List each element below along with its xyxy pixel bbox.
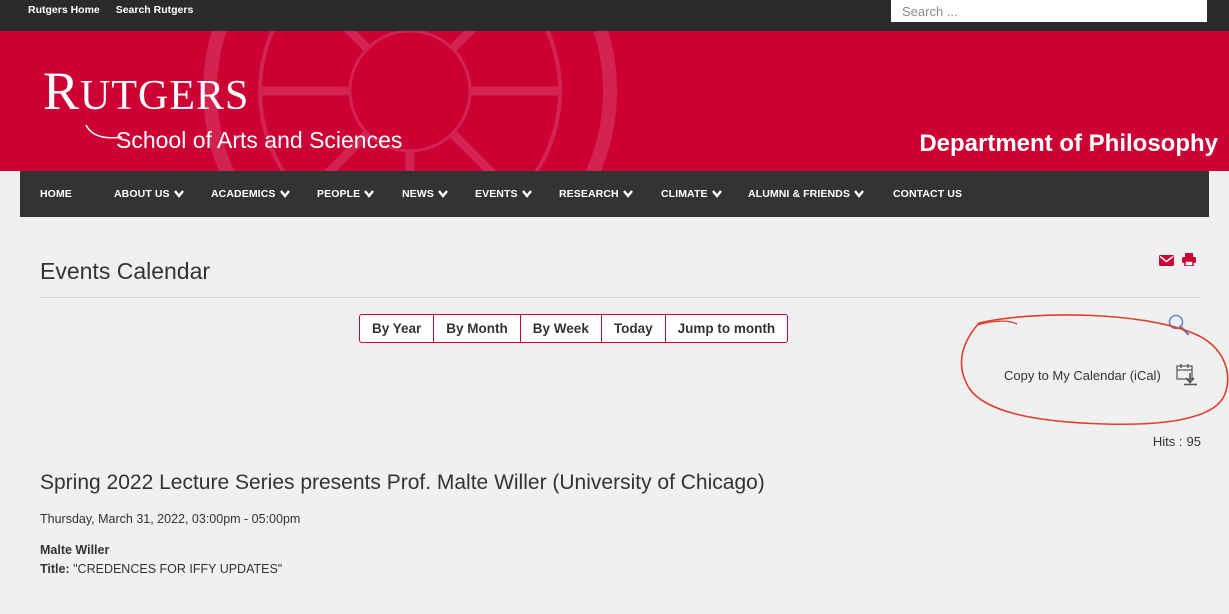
- hits-counter: Hits :95: [1152, 434, 1201, 449]
- copy-to-ical-link[interactable]: Copy to My Calendar (iCal): [1004, 368, 1161, 383]
- event-talk-title: Title: "CREDENCES FOR IFFY UPDATES": [40, 562, 283, 576]
- chevron-down-icon: [711, 189, 722, 201]
- school-name: School of Arts and Sciences: [116, 127, 403, 153]
- nav-news[interactable]: NEWS: [402, 188, 448, 201]
- search-rutgers-link[interactable]: Search Rutgers: [116, 4, 194, 16]
- main-navigation: HOME ABOUT US ACADEMICS PEOPLE NEWS EVEN…: [20, 171, 1209, 217]
- nav-academics[interactable]: ACADEMICS: [211, 188, 290, 201]
- title-divider: [40, 297, 1200, 298]
- nav-climate[interactable]: CLIMATE: [661, 188, 722, 201]
- nav-contact-us[interactable]: CONTACT US: [893, 188, 962, 200]
- chevron-down-icon: [279, 189, 290, 201]
- site-search-input[interactable]: [891, 0, 1207, 22]
- nav-alumni-friends[interactable]: ALUMNI & FRIENDS: [748, 188, 864, 201]
- nav-research[interactable]: RESEARCH: [559, 188, 633, 201]
- by-month-button[interactable]: By Month: [434, 315, 521, 342]
- page-title: Events Calendar: [40, 258, 211, 284]
- event-title: Spring 2022 Lecture Series presents Prof…: [40, 471, 765, 494]
- email-icon[interactable]: [1159, 253, 1174, 271]
- nav-people[interactable]: PEOPLE: [317, 188, 375, 201]
- chevron-down-icon: [437, 189, 448, 201]
- rutgers-home-link[interactable]: Rutgers Home: [28, 4, 100, 16]
- utility-links: Rutgers Home Search Rutgers: [28, 4, 206, 16]
- print-icon[interactable]: [1182, 253, 1197, 271]
- page-actions: [1155, 253, 1197, 271]
- department-name[interactable]: Department of Philosophy: [919, 130, 1218, 158]
- by-year-button[interactable]: By Year: [360, 315, 435, 342]
- jump-to-month-button[interactable]: Jump to month: [666, 315, 788, 342]
- calendar-view-buttons: By Year By Month By Week Today Jump to m…: [359, 314, 789, 343]
- event-speaker: Malte Willer: [40, 543, 110, 557]
- nav-home[interactable]: HOME: [40, 188, 72, 200]
- chevron-down-icon: [364, 189, 375, 201]
- today-button[interactable]: Today: [602, 315, 666, 342]
- event-datetime: Thursday, March 31, 2022, 03:00pm - 05:0…: [40, 512, 301, 526]
- rutgers-logo[interactable]: RUTGERS: [43, 64, 249, 118]
- chevron-down-icon: [173, 189, 184, 201]
- site-banner: RUTGERS School of Arts and Sciences Depa…: [0, 31, 1229, 171]
- top-utility-bar: Rutgers Home Search Rutgers: [0, 0, 1229, 31]
- chevron-down-icon: [622, 189, 633, 201]
- chevron-down-icon: [854, 189, 864, 201]
- chevron-down-icon: [521, 189, 532, 201]
- nav-about-us[interactable]: ABOUT US: [114, 188, 184, 201]
- nav-events[interactable]: EVENTS: [475, 188, 532, 201]
- calendar-download-icon[interactable]: [1176, 362, 1198, 391]
- by-week-button[interactable]: By Week: [521, 315, 602, 342]
- magnifier-icon[interactable]: [1166, 313, 1192, 342]
